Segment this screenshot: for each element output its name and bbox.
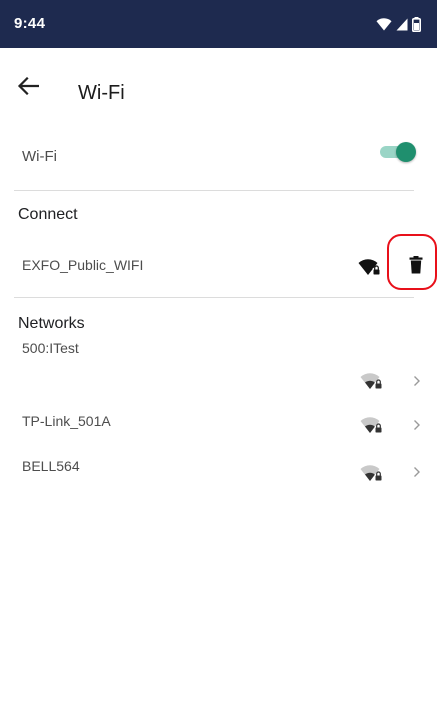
chevron-right-icon[interactable] bbox=[410, 465, 424, 479]
wifi-lock-icon bbox=[360, 462, 384, 484]
connected-network-ssid: EXFO_Public_WIFI bbox=[22, 257, 144, 273]
toggle-thumb bbox=[396, 142, 416, 162]
wifi-lock-icon bbox=[358, 256, 382, 278]
back-button[interactable] bbox=[10, 70, 46, 106]
network-ssid: BELL564 bbox=[22, 458, 80, 474]
connect-section-header: Connect bbox=[18, 206, 78, 223]
wifi-lock-icon bbox=[360, 370, 384, 392]
battery-icon bbox=[412, 16, 421, 32]
wifi-toggle-switch[interactable] bbox=[380, 142, 416, 162]
wifi-icon bbox=[376, 17, 392, 31]
status-bar: 9:44 bbox=[0, 0, 437, 48]
highlight-annotation bbox=[387, 234, 437, 290]
status-icons bbox=[376, 15, 421, 33]
app-bar: Wi-Fi bbox=[0, 48, 437, 124]
page-title: Wi-Fi bbox=[78, 82, 125, 104]
cell-signal-icon bbox=[396, 18, 408, 31]
networks-section-header: Networks bbox=[18, 315, 85, 332]
divider bbox=[14, 190, 414, 191]
wifi-lock-icon bbox=[360, 414, 384, 436]
network-ssid: TP-Link_501A bbox=[22, 413, 111, 429]
status-time: 9:44 bbox=[14, 15, 46, 32]
wifi-settings-screen: 9:44 Wi-Fi Wi-Fi Connect EXFO_Public_WIF… bbox=[0, 0, 437, 709]
network-ssid: 500:ITest bbox=[22, 340, 79, 356]
divider bbox=[14, 297, 414, 298]
chevron-right-icon[interactable] bbox=[410, 418, 424, 432]
wifi-toggle-row[interactable]: Wi-Fi bbox=[0, 128, 437, 190]
chevron-right-icon[interactable] bbox=[410, 374, 424, 388]
arrow-left-icon bbox=[17, 76, 40, 100]
wifi-toggle-label: Wi-Fi bbox=[22, 148, 57, 165]
